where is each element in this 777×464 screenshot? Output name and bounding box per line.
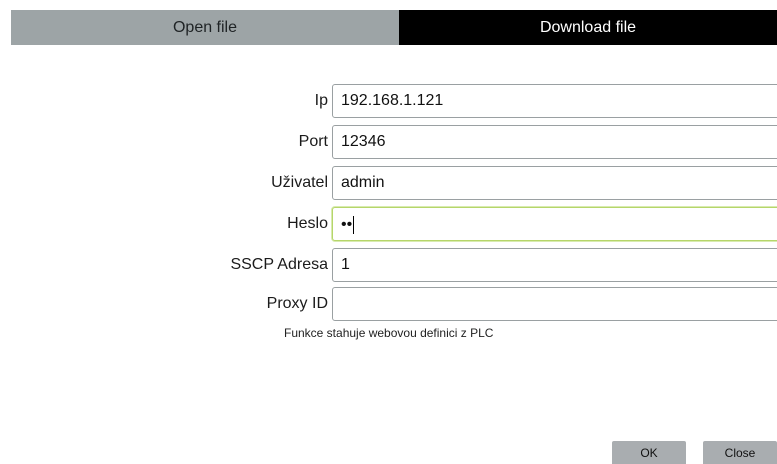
proxy-input[interactable]	[332, 287, 777, 321]
port-label: Port	[298, 133, 328, 150]
sscp-row: SSCP Adresa	[0, 248, 777, 284]
password-label: Heslo	[287, 215, 328, 232]
ok-button-label: OK	[640, 445, 658, 460]
port-row: Port	[0, 125, 777, 161]
ip-row: Ip	[0, 84, 777, 120]
close-button-label: Close	[724, 445, 756, 460]
sscp-label: SSCP Adresa	[230, 256, 328, 273]
ip-input[interactable]	[332, 84, 777, 118]
tab-open-file-label: Open file	[172, 18, 238, 36]
user-label: Uživatel	[271, 174, 328, 191]
tab-download-file[interactable]: Download file	[399, 10, 777, 45]
close-button[interactable]: Close	[703, 441, 777, 464]
user-input[interactable]	[332, 166, 777, 200]
ip-label: Ip	[314, 92, 328, 109]
text-cursor	[353, 216, 355, 234]
password-row: Heslo ••	[0, 207, 777, 243]
tab-open-file[interactable]: Open file	[11, 10, 399, 45]
tab-bar: Open file Download file	[11, 10, 777, 45]
ok-button[interactable]: OK	[612, 441, 686, 464]
proxy-row: Proxy ID	[0, 287, 777, 323]
sscp-input[interactable]	[332, 248, 777, 282]
tab-download-file-label: Download file	[539, 18, 637, 36]
help-note: Funkce stahuje webovou definici z PLC	[284, 326, 494, 340]
proxy-label: Proxy ID	[266, 295, 328, 312]
port-input[interactable]	[332, 125, 777, 159]
user-row: Uživatel	[0, 166, 777, 202]
password-input[interactable]: ••	[332, 207, 777, 241]
password-masked-value: ••	[341, 216, 355, 234]
